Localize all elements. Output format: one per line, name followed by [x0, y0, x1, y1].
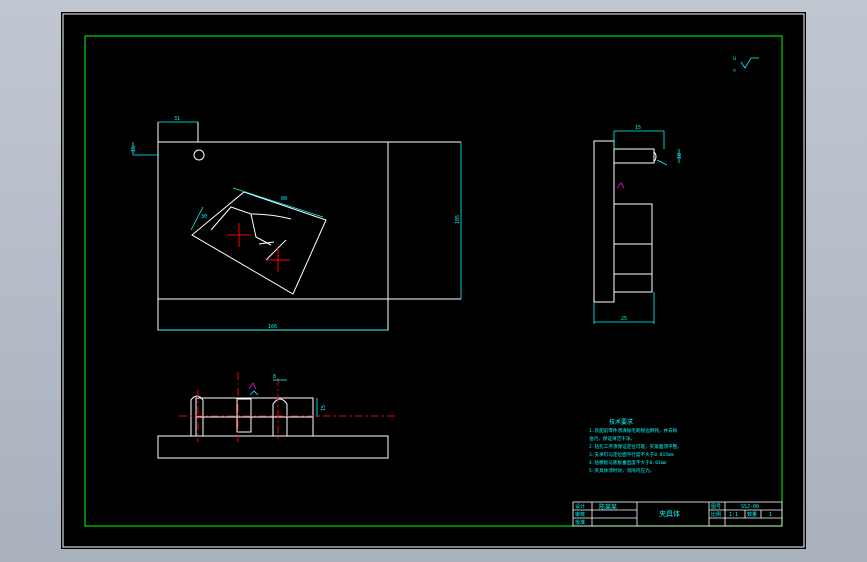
svg-text:▽: ▽ — [733, 68, 736, 74]
cad-drawing-viewport[interactable]: ü ▽ 31 15 166 105 80 30 15 10 25 8 15 技术… — [61, 12, 806, 549]
tech-req-line-2: 油污，保证清洁干净。 — [589, 435, 635, 442]
dim-block-height: 30 — [201, 214, 207, 220]
side-view-dimensions — [593, 130, 680, 324]
front-hatch-symbol — [248, 382, 257, 390]
technical-requirements: 技术要求 1.装配前零件须清除毛刺锐边倒钝，并去除 油污，保证清洁干净。 2.钻… — [589, 418, 682, 474]
title-scale: 1:1 — [729, 512, 738, 518]
cad-drawing[interactable]: ü ▽ 31 15 166 105 80 30 15 10 25 8 15 技术… — [61, 12, 806, 549]
roughness-symbol: ü ▽ — [733, 56, 759, 74]
center-mark-right — [266, 248, 290, 272]
tech-req-line-5: 4.钻模板与底板垂直度不大于0.01mm — [589, 459, 666, 466]
dim-plate-width: 166 — [268, 324, 277, 330]
title-label-check: 审核 — [575, 511, 585, 518]
tech-req-line-6: 5.夹具体须时效，消除内应力。 — [589, 467, 654, 474]
top-view[interactable] — [157, 122, 461, 331]
inner-frame — [84, 35, 783, 527]
tech-req-line-4: 3.支承钉与定位面平行度不大于0.015mm — [589, 451, 674, 458]
side-view[interactable] — [593, 140, 657, 303]
tech-req-line-3: 2.钻孔工序须保证定位可靠，夹紧面须平整。 — [589, 443, 682, 450]
outer-border — [62, 13, 805, 548]
dim-front-height: 15 — [321, 405, 327, 411]
title-part-name: 夹具体 — [659, 509, 680, 518]
center-mark-left — [227, 223, 251, 247]
dim-side-small: 10 — [677, 153, 683, 159]
rotated-block — [191, 191, 327, 295]
tech-req-line-1: 1.装配前零件须清除毛刺锐边倒钝，并去除 — [589, 427, 678, 434]
roughness-label: ü — [733, 56, 736, 62]
front-view[interactable] — [157, 395, 389, 459]
title-label-drawing-no: 图号 — [711, 504, 721, 510]
title-designer: 陈某某 — [599, 503, 617, 511]
title-label-scale: 比例 — [711, 511, 721, 518]
title-drawing-no: SSJ-00 — [741, 504, 759, 510]
title-qty: 1 — [769, 512, 772, 518]
title-label-design: 设计 — [575, 503, 585, 510]
title-label-qty: 数量 — [747, 511, 757, 518]
dim-block-width: 80 — [281, 196, 287, 202]
side-hatch-symbol — [616, 182, 625, 189]
dim-plate-height: 105 — [455, 215, 461, 224]
dim-front-pin: 8 — [273, 374, 276, 380]
dim-top-left-width: 31 — [174, 116, 180, 122]
dim-top-left-height: 15 — [131, 146, 137, 152]
title-label-approve: 批准 — [575, 519, 585, 526]
dim-side-top-width: 15 — [635, 125, 641, 131]
dim-side-bottom-width: 25 — [621, 316, 627, 322]
tech-req-title: 技术要求 — [609, 418, 633, 426]
locating-hole — [193, 149, 205, 161]
